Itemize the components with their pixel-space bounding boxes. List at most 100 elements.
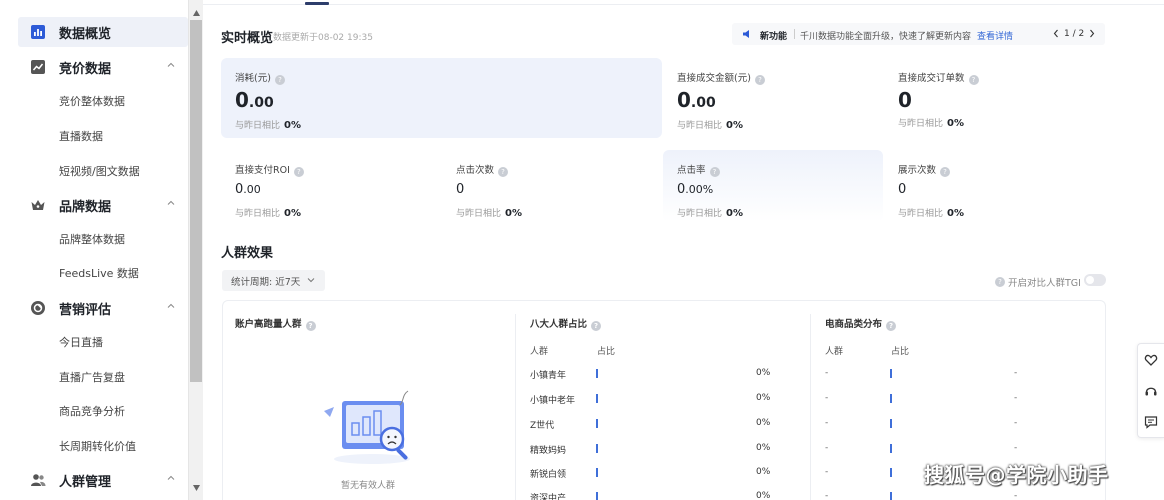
row-share-value: 0% xyxy=(756,467,771,477)
sidebar-item-label: 竞价整体数据 xyxy=(59,95,125,108)
help-icon[interactable]: ? xyxy=(305,321,316,331)
sidebar-item-overview[interactable]: 数据概览 xyxy=(18,17,188,47)
chevron-left-icon[interactable] xyxy=(1052,28,1060,39)
metric-card-impressions[interactable]: 展示次数? 0 与昨日相比 0% xyxy=(884,150,1105,232)
empty-state-label: 暂无有效人群 xyxy=(341,481,396,491)
sidebar-item-brand-overall[interactable]: 品牌整体数据 xyxy=(18,224,188,254)
metric-label: 直接成交订单数? xyxy=(898,70,979,85)
chevron-up-icon[interactable] xyxy=(166,301,176,311)
help-icon[interactable]: ? xyxy=(293,167,304,177)
tgi-toggle[interactable] xyxy=(1084,274,1106,286)
sidebar-item-feedslive[interactable]: FeedsLive 数据 xyxy=(18,258,188,288)
metric-card-orders[interactable]: 直接成交订单数? 0 与昨日相比 0% xyxy=(884,58,1105,140)
sidebar-item-bidding-overall[interactable]: 竞价整体数据 xyxy=(18,86,188,116)
sidebar-item-label: 营销评估 xyxy=(59,302,112,318)
sidebar-item-marketing-eval[interactable]: 营销评估 xyxy=(18,293,188,323)
sidebar-item-live-data[interactable]: 直播数据 xyxy=(18,121,188,151)
sidebar-item-label: 品牌数据 xyxy=(59,199,112,215)
metric-value: 0 xyxy=(898,182,907,197)
period-select[interactable]: 统计周期: 近7天 xyxy=(222,270,325,291)
share-bar xyxy=(596,419,598,428)
row-category-name: - xyxy=(825,368,829,378)
sidebar-item-short-video-data[interactable]: 短视频/图文数据 xyxy=(18,156,188,186)
row-group-name: 新锐白领 xyxy=(530,470,567,480)
row-group-name: 小镇中老年 xyxy=(530,396,576,406)
chevron-right-icon[interactable] xyxy=(1088,28,1096,39)
help-icon[interactable]: ? xyxy=(886,321,897,331)
metric-label: 点击次数? xyxy=(456,162,509,177)
help-icon[interactable]: ? xyxy=(995,277,1005,287)
sidebar-item-label: FeedsLive 数据 xyxy=(59,267,139,280)
sidebar-item-label: 竞价数据 xyxy=(59,61,112,77)
line-chart-icon xyxy=(31,60,45,74)
row-category-name: - xyxy=(825,467,829,477)
share-bar xyxy=(596,444,598,453)
compass-icon xyxy=(31,301,45,315)
metric-value: 0.00 xyxy=(677,88,716,112)
app-root: 数据概览 竞价数据 竞价整体数据 直播数据 短视频/图文数据 品牌数据 品牌整体… xyxy=(0,0,1164,500)
crown-icon xyxy=(31,200,45,210)
column-header-share: 占比 xyxy=(597,347,616,357)
row-share-value: - xyxy=(1014,491,1018,500)
feature-notice-bar: 新功能 千川数据功能全面升级，快速了解更新内容 查看详情 1 / 2 xyxy=(732,23,1105,45)
notice-tag: 新功能 xyxy=(760,32,788,42)
sidebar-item-brand[interactable]: 品牌数据 xyxy=(18,190,188,220)
chevron-up-icon[interactable] xyxy=(166,198,176,208)
top-divider xyxy=(203,4,1164,5)
help-icon[interactable]: ? xyxy=(754,75,765,85)
panel-title-eight-groups: 八大人群占比? xyxy=(530,316,602,331)
chevron-up-icon[interactable] xyxy=(166,60,176,70)
metric-card-spend[interactable]: 消耗(元)? 0.00 与昨日相比 0% xyxy=(221,58,662,138)
row-group-name: 资深中产 xyxy=(530,494,567,500)
metric-card-ctr[interactable]: 点击率? 0.00% 与昨日相比 0% xyxy=(663,150,883,222)
chevron-up-icon[interactable] xyxy=(166,473,176,483)
active-tab-indicator xyxy=(305,2,329,5)
empty-state-illustration-icon xyxy=(324,390,410,464)
column-header-group: 人群 xyxy=(825,347,844,357)
row-group-name: 精致妈妈 xyxy=(530,446,567,456)
sidebar-item-today-live[interactable]: 今日直播 xyxy=(18,327,188,357)
scroll-thumb[interactable] xyxy=(190,20,202,382)
sidebar-item-product-competition[interactable]: 商品竞争分析 xyxy=(18,396,188,426)
scroll-up-arrow-icon[interactable] xyxy=(192,9,201,17)
speaker-icon xyxy=(743,30,749,38)
metric-label: 直接支付ROI? xyxy=(235,162,304,177)
update-timestamp: 数据更新于08-02 19:35 xyxy=(273,33,373,43)
heart-chat-icon[interactable] xyxy=(1144,353,1158,367)
notice-separator xyxy=(794,29,795,39)
sidebar-item-label: 数据概览 xyxy=(59,26,112,42)
metric-compare: 与昨日相比 0% xyxy=(898,118,964,129)
sidebar-item-label: 人群管理 xyxy=(59,474,112,490)
help-icon[interactable]: ? xyxy=(591,321,602,331)
watermark: 搜狐号@学院小助手 xyxy=(924,463,1109,487)
scroll-down-arrow-icon[interactable] xyxy=(192,484,201,492)
headset-icon[interactable] xyxy=(1144,384,1158,398)
metric-card-clicks[interactable]: 点击次数? 0 与昨日相比 0% xyxy=(442,150,663,232)
sidebar-item-label: 短视频/图文数据 xyxy=(59,165,140,178)
metric-compare: 与昨日相比 0% xyxy=(677,208,743,219)
sidebar-item-audience-mgmt[interactable]: 人群管理 xyxy=(18,465,188,495)
metric-card-gmv[interactable]: 直接成交金额(元)? 0.00 与昨日相比 0% xyxy=(663,58,884,140)
feedback-icon[interactable] xyxy=(1144,415,1158,429)
sidebar-item-label: 今日直播 xyxy=(59,336,103,349)
help-icon[interactable]: ? xyxy=(709,167,720,177)
panel-divider xyxy=(810,314,811,500)
sidebar-item-live-ad-review[interactable]: 直播广告复盘 xyxy=(18,362,188,392)
metric-card-roi[interactable]: 直接支付ROI? 0.00 与昨日相比 0% xyxy=(221,150,442,232)
sidebar-scrollbar[interactable] xyxy=(188,0,203,500)
sidebar-item-long-cycle-value[interactable]: 长周期转化价值 xyxy=(18,431,188,461)
help-icon[interactable]: ? xyxy=(274,75,285,85)
row-category-name: - xyxy=(825,418,829,428)
tgi-toggle-label: ? 开启对比人群TGI xyxy=(995,275,1081,289)
help-icon[interactable]: ? xyxy=(498,167,509,177)
metric-value: 0 xyxy=(898,88,912,112)
sidebar-item-label: 长周期转化价值 xyxy=(59,440,136,453)
help-icon[interactable]: ? xyxy=(940,167,951,177)
metric-label: 展示次数? xyxy=(898,162,951,177)
notice-details-link[interactable]: 查看详情 xyxy=(977,29,1013,42)
share-bar xyxy=(596,394,598,403)
metric-compare: 与昨日相比 0% xyxy=(898,208,964,219)
help-icon[interactable]: ? xyxy=(968,75,979,85)
users-icon xyxy=(31,474,46,486)
sidebar-item-bidding[interactable]: 竞价数据 xyxy=(18,52,188,82)
